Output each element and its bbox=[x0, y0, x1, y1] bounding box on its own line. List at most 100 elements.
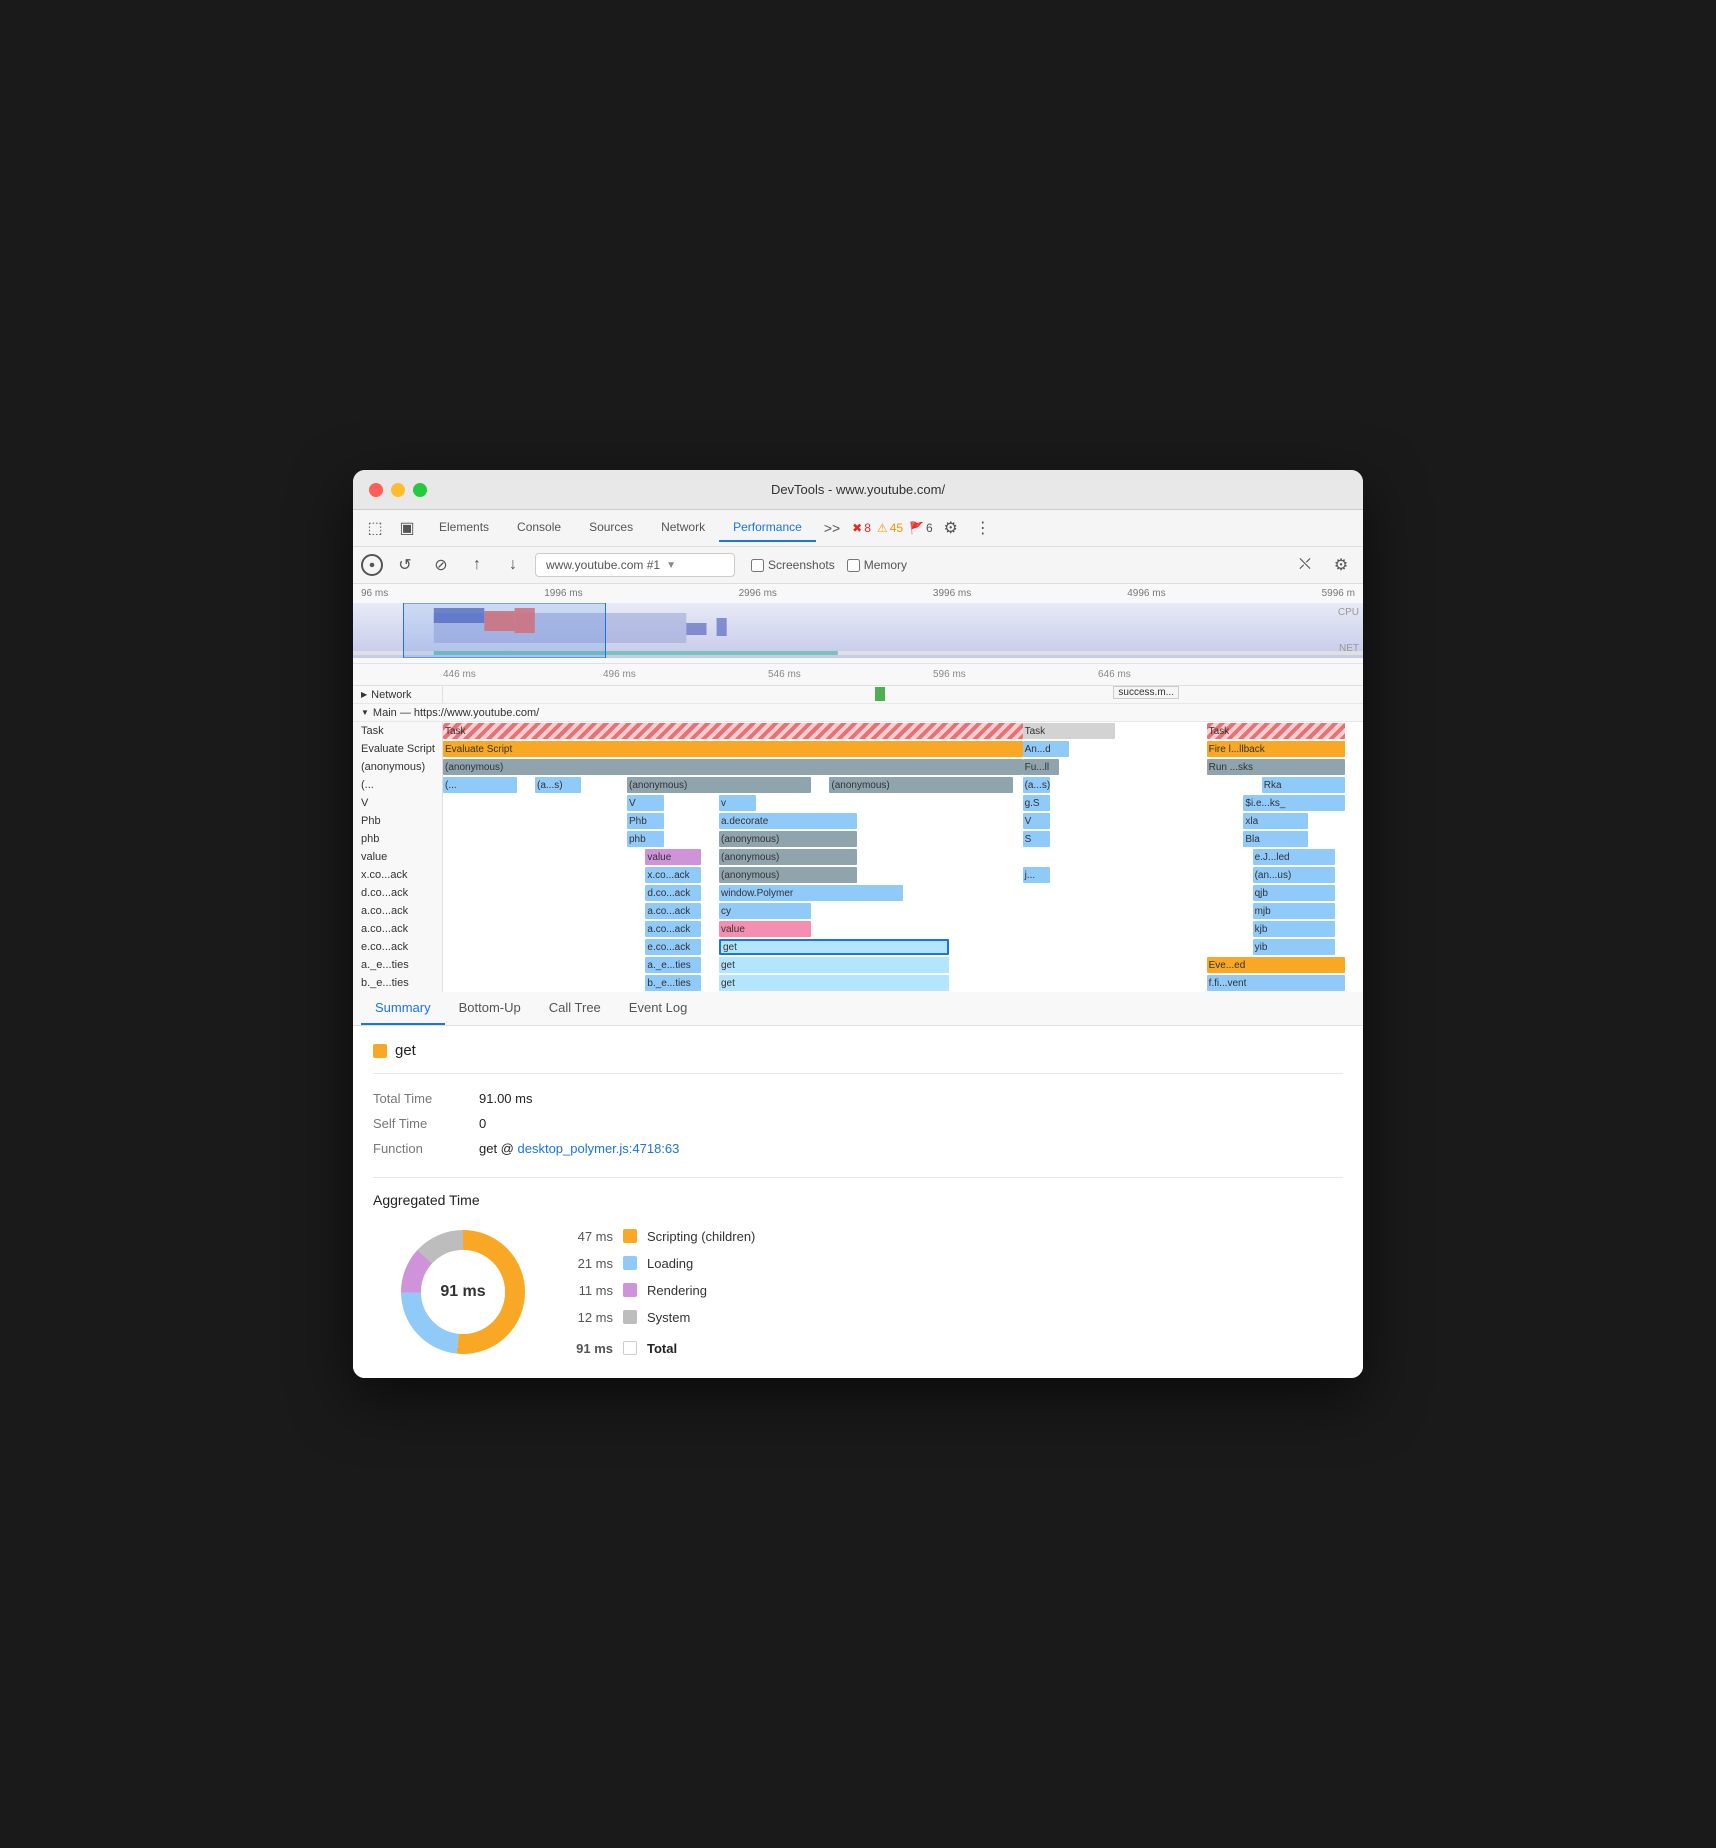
v-bar-2[interactable]: v bbox=[719, 795, 756, 811]
flame-chart[interactable]: Task Task Task Task Evaluate Script Eval… bbox=[353, 722, 1363, 992]
be-bar-area[interactable]: b._e...ties get f.fi...vent bbox=[443, 974, 1363, 992]
screenshots-checkbox[interactable] bbox=[751, 559, 764, 572]
xco-bar-4[interactable]: (an...us) bbox=[1253, 867, 1336, 883]
eco-bar-1[interactable]: e.co...ack bbox=[645, 939, 700, 955]
tab-bottom-up[interactable]: Bottom-Up bbox=[445, 992, 535, 1025]
evaluate-bar-3[interactable]: Fire l...llback bbox=[1207, 741, 1345, 757]
be-bar-get[interactable]: get bbox=[719, 975, 949, 991]
url-dropdown-icon[interactable]: ▼ bbox=[666, 560, 676, 571]
phb-bar-2[interactable]: a.decorate bbox=[719, 813, 857, 829]
evaluate-bar-1[interactable]: Evaluate Script bbox=[443, 741, 1023, 757]
gear-icon[interactable]: ⚙ bbox=[1327, 551, 1355, 579]
performance-settings-icon[interactable]: ⛌ bbox=[1291, 551, 1319, 579]
ae-bar-get[interactable]: get bbox=[719, 957, 949, 973]
xco-bar-1[interactable]: x.co...ack bbox=[645, 867, 700, 883]
aco2-bar-1[interactable]: a.co...ack bbox=[645, 921, 700, 937]
anonymous-bar-2[interactable]: Fu...ll bbox=[1023, 759, 1060, 775]
collapse-main-icon[interactable]: ▼ bbox=[361, 708, 369, 717]
ae-bar-area[interactable]: a._e...ties get Eve...ed bbox=[443, 956, 1363, 974]
phb2-bar-area[interactable]: phb (anonymous) S Bla bbox=[443, 830, 1363, 848]
timeline-header[interactable]: 96 ms 1996 ms 2996 ms 3996 ms 4996 ms 59… bbox=[353, 584, 1363, 664]
clear-button[interactable]: ⊘ bbox=[427, 551, 455, 579]
evaluate-bar-2[interactable]: An...d bbox=[1023, 741, 1069, 757]
dco-bar-area[interactable]: d.co...ack window.Polymer qjb bbox=[443, 884, 1363, 902]
function-link[interactable]: desktop_polymer.js:4718:63 bbox=[518, 1141, 680, 1156]
subcalls-bar-2[interactable]: (a...s) bbox=[535, 777, 581, 793]
dco-bar-2[interactable]: window.Polymer bbox=[719, 885, 903, 901]
subcalls-bar-4[interactable]: (anonymous) bbox=[829, 777, 1013, 793]
record-button[interactable]: ⏺ bbox=[361, 554, 383, 576]
more-tabs-button[interactable]: >> bbox=[816, 516, 848, 540]
evaluate-bar-area[interactable]: Evaluate Script An...d Fire l...llback bbox=[443, 740, 1363, 758]
phb2-bar-1[interactable]: phb bbox=[627, 831, 664, 847]
anonymous-bar-3[interactable]: Run ...sks bbox=[1207, 759, 1345, 775]
eco-bar-area[interactable]: e.co...ack get yib bbox=[443, 938, 1363, 956]
tab-console[interactable]: Console bbox=[503, 514, 575, 542]
tab-call-tree[interactable]: Call Tree bbox=[535, 992, 615, 1025]
aco-bar-3[interactable]: mjb bbox=[1253, 903, 1336, 919]
tab-event-log[interactable]: Event Log bbox=[615, 992, 702, 1025]
ae-bar-1[interactable]: a._e...ties bbox=[645, 957, 700, 973]
xco-bar-area[interactable]: x.co...ack (anonymous) j... (an...us) bbox=[443, 866, 1363, 884]
phb-bar-4[interactable]: xla bbox=[1243, 813, 1307, 829]
be-bar-1[interactable]: b._e...ties bbox=[645, 975, 700, 991]
minimize-button[interactable] bbox=[391, 483, 405, 497]
task-bar-area[interactable]: Task Task Task bbox=[443, 722, 1363, 740]
subcalls-bar-3[interactable]: (anonymous) bbox=[627, 777, 811, 793]
download-button[interactable]: ↓ bbox=[499, 551, 527, 579]
aco-bar-area[interactable]: a.co...ack cy mjb bbox=[443, 902, 1363, 920]
upload-button[interactable]: ↑ bbox=[463, 551, 491, 579]
value-bar-3[interactable]: e.J...led bbox=[1253, 849, 1336, 865]
aco2-bar-3[interactable]: kjb bbox=[1253, 921, 1336, 937]
anonymous-bar-1[interactable]: (anonymous) bbox=[443, 759, 1023, 775]
phb-bar-area[interactable]: Phb a.decorate V xla bbox=[443, 812, 1363, 830]
tab-elements[interactable]: Elements bbox=[425, 514, 503, 542]
eco-bar-3[interactable]: yib bbox=[1253, 939, 1336, 955]
screenshots-checkbox-label[interactable]: Screenshots bbox=[751, 558, 835, 572]
v-bar-3[interactable]: g.S bbox=[1023, 795, 1051, 811]
task-bar-2[interactable]: Task bbox=[1023, 723, 1115, 739]
timeline-canvas[interactable]: CPU NET bbox=[353, 603, 1363, 658]
task-bar-3[interactable]: Task bbox=[1207, 723, 1345, 739]
phb2-bar-3[interactable]: S bbox=[1023, 831, 1051, 847]
phb2-bar-2[interactable]: (anonymous) bbox=[719, 831, 857, 847]
value-bar-2[interactable]: (anonymous) bbox=[719, 849, 857, 865]
settings-icon[interactable]: ⚙ bbox=[937, 514, 965, 542]
eco-bar-get-selected[interactable]: get bbox=[719, 939, 949, 955]
phb-bar-3[interactable]: V bbox=[1023, 813, 1051, 829]
maximize-button[interactable] bbox=[413, 483, 427, 497]
close-button[interactable] bbox=[369, 483, 383, 497]
phb2-bar-4[interactable]: Bla bbox=[1243, 831, 1307, 847]
subcalls-bar-5[interactable]: (a...s) bbox=[1023, 777, 1051, 793]
inspect-icon[interactable]: ⬚ bbox=[361, 514, 389, 542]
device-icon[interactable]: ▣ bbox=[393, 514, 421, 542]
memory-checkbox[interactable] bbox=[847, 559, 860, 572]
be-bar-3[interactable]: f.fi...vent bbox=[1207, 975, 1345, 991]
subcalls-bar-area[interactable]: (... (a...s) (anonymous) (anonymous) (a.… bbox=[443, 776, 1363, 794]
phb-bar-1[interactable]: Phb bbox=[627, 813, 664, 829]
expand-network-icon[interactable]: ▶ bbox=[361, 690, 367, 699]
xco-bar-3[interactable]: j... bbox=[1023, 867, 1051, 883]
dco-bar-3[interactable]: qjb bbox=[1253, 885, 1336, 901]
memory-checkbox-label[interactable]: Memory bbox=[847, 558, 907, 572]
value-bar-area[interactable]: value (anonymous) e.J...led bbox=[443, 848, 1363, 866]
task-bar-1[interactable]: Task bbox=[443, 723, 1023, 739]
v-bar-area[interactable]: V v g.S $i.e...ks_ bbox=[443, 794, 1363, 812]
tab-summary[interactable]: Summary bbox=[361, 992, 445, 1025]
dco-bar-1[interactable]: d.co...ack bbox=[645, 885, 700, 901]
anonymous-bar-area[interactable]: (anonymous) Fu...ll Run ...sks bbox=[443, 758, 1363, 776]
tab-sources[interactable]: Sources bbox=[575, 514, 647, 542]
subcalls-bar-6[interactable]: Rka bbox=[1262, 777, 1345, 793]
aco-bar-2[interactable]: cy bbox=[719, 903, 811, 919]
aco2-bar-2[interactable]: value bbox=[719, 921, 811, 937]
reload-button[interactable]: ↺ bbox=[391, 551, 419, 579]
v-bar-1[interactable]: V bbox=[627, 795, 664, 811]
v-bar-4[interactable]: $i.e...ks_ bbox=[1243, 795, 1344, 811]
more-icon[interactable]: ⋮ bbox=[969, 514, 997, 542]
subcalls-bar-1[interactable]: (... bbox=[443, 777, 517, 793]
aco-bar-1[interactable]: a.co...ack bbox=[645, 903, 700, 919]
tab-network[interactable]: Network bbox=[647, 514, 719, 542]
xco-bar-2[interactable]: (anonymous) bbox=[719, 867, 857, 883]
value-bar-1[interactable]: value bbox=[645, 849, 700, 865]
ae-bar-3[interactable]: Eve...ed bbox=[1207, 957, 1345, 973]
